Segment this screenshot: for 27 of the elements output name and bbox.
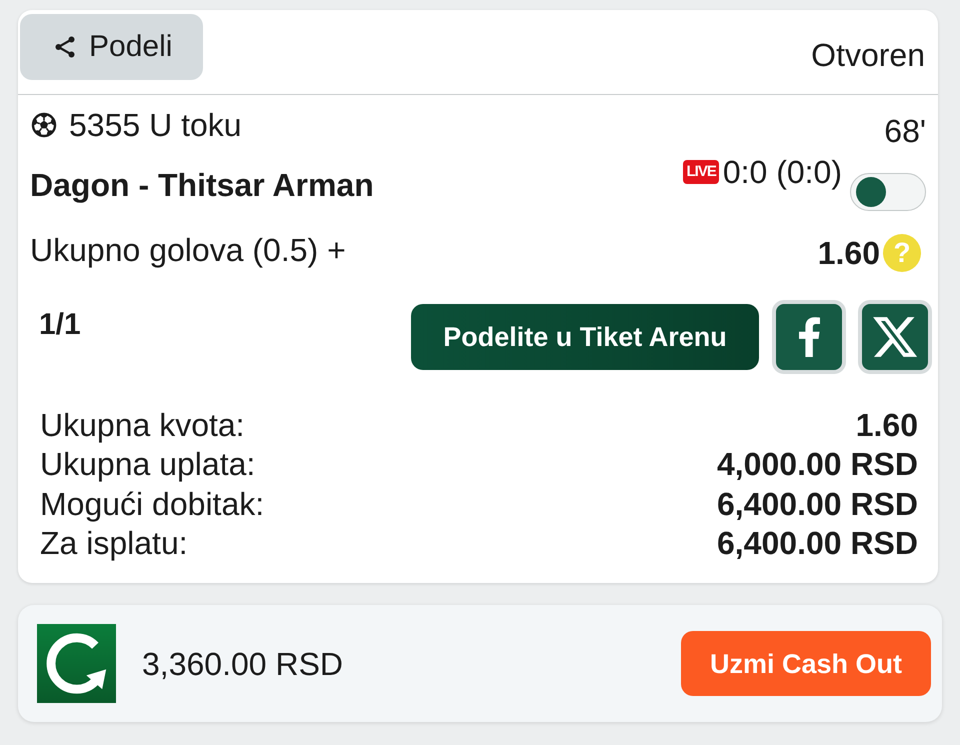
match-name: Dagon - Thitsar Arman (30, 166, 374, 204)
ticket-count: 1/1 (39, 307, 81, 343)
facebook-share-button[interactable] (772, 300, 846, 374)
live-badge: LIVE (683, 160, 719, 184)
summary-label: Ukupna kvota: (40, 406, 245, 444)
share-icon (53, 35, 77, 59)
x-logo-icon (873, 317, 917, 357)
ticket-status: Otvoren (811, 36, 925, 74)
summary-label: Za isplatu: (40, 524, 188, 562)
facebook-icon (798, 317, 820, 357)
summary-value: 4,000.00 RSD (716, 445, 918, 484)
share-button[interactable]: Podeli (20, 14, 203, 80)
match-minute: 68' (884, 112, 926, 150)
toggle-switch[interactable] (850, 173, 926, 211)
soccer-ball-icon (31, 112, 57, 138)
market-name: Ukupno golova (0.5) + (30, 231, 346, 269)
summary-label: Mogući dobitak: (40, 484, 264, 523)
summary-value: 6,400.00 RSD (716, 484, 918, 523)
odds-value: 1.60 (818, 234, 880, 272)
event-code-status: 5355 U toku (69, 106, 242, 144)
summary-label: Ukupna uplata: (40, 445, 256, 484)
summary-value: 1.60 (856, 406, 918, 444)
summary-value: 6,400.00 RSD (716, 524, 918, 562)
share-to-arena-button[interactable]: Podelite u Tiket Arenu (411, 304, 759, 370)
x-share-button[interactable] (858, 300, 932, 374)
cash-out-amount: 3,360.00 RSD (142, 644, 344, 682)
match-score: 0:0 (0:0) (722, 153, 842, 191)
